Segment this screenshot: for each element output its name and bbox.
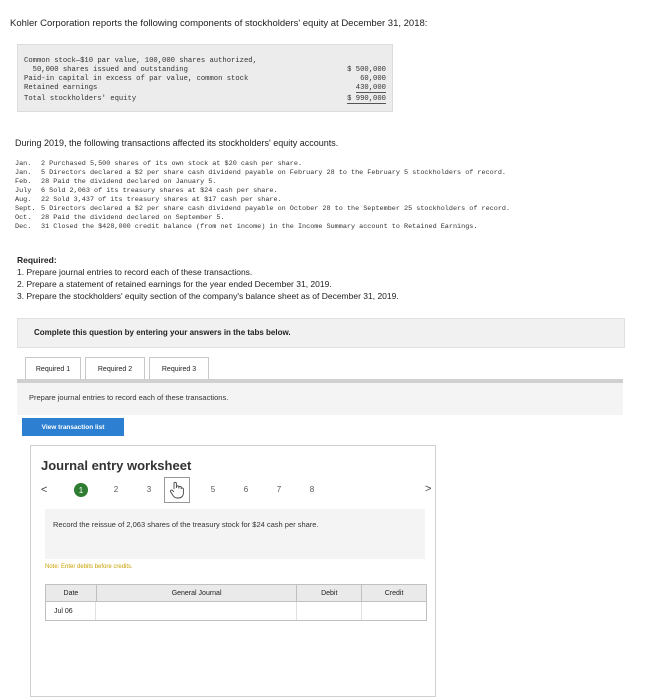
step-7[interactable]: 7 <box>272 485 286 494</box>
during-text: During 2019, the following transactions … <box>15 138 339 148</box>
hand-pointer-icon[interactable] <box>164 477 190 503</box>
entry-description: Record the reissue of 2,063 shares of th… <box>53 520 319 529</box>
transaction-row: Oct. 28 Paid the dividend declared on Sep… <box>15 214 225 222</box>
instruction-text: Prepare journal entries to record each o… <box>29 393 229 402</box>
credit-cell[interactable] <box>362 602 426 620</box>
next-arrow-icon[interactable]: > <box>425 483 431 495</box>
col-credit: Credit <box>384 589 404 597</box>
equity-row-label: 50,000 shares issued and outstanding <box>24 66 188 74</box>
equity-row-label: Paid-in capital in excess of par value, … <box>24 75 249 83</box>
transaction-row: Jan. 2 Purchased 5,500 shares of its own … <box>15 160 303 168</box>
worksheet-title: Journal entry worksheet <box>41 458 192 473</box>
transaction-row: Sept. 5 Directors declared a $2 per share… <box>15 205 511 213</box>
equity-row-amount: $ 990,000 <box>347 95 386 104</box>
equity-row-label: Total stockholders' equity <box>24 95 137 103</box>
equity-row-label: Common stock—$10 par value, 100,000 shar… <box>24 57 257 65</box>
required-item: 2. Prepare a statement of retained earni… <box>17 279 332 289</box>
instruction-panel: Prepare journal entries to record each o… <box>17 383 623 415</box>
col-debit: Debit <box>297 585 363 601</box>
transaction-row: Aug. 22 Sold 3,437 of its treasury shares… <box>15 196 282 204</box>
date-cell[interactable]: Jul 06 <box>46 602 96 620</box>
account-cell[interactable] <box>96 602 297 620</box>
debits-note: Note: Enter debits before credits. <box>45 564 133 570</box>
col-general-journal: General Journal <box>97 585 298 601</box>
col-date: Date <box>46 585 97 601</box>
tab-required-2[interactable]: Required 2 <box>85 357 145 381</box>
journal-table-header: Date General Journal Debit Credit <box>46 585 426 602</box>
journal-table: Date General Journal Debit Credit Jul 06 <box>45 584 427 621</box>
table-row: Jul 06 <box>46 602 426 620</box>
journal-entry-worksheet: Journal entry worksheet < 1 2 3 5 6 7 8 … <box>30 445 436 697</box>
complete-text: Complete this question by entering your … <box>34 328 291 337</box>
step-8[interactable]: 8 <box>305 485 319 494</box>
debit-cell[interactable] <box>297 602 362 620</box>
step-6[interactable]: 6 <box>239 485 253 494</box>
transaction-row: July 6 Sold 2,063 of its treasury shares … <box>15 187 278 195</box>
required-item: 3. Prepare the stockholders' equity sect… <box>17 291 399 301</box>
transaction-row: Feb. 28 Paid the dividend declared on Jan… <box>15 178 217 186</box>
equity-row-amount: 430,000 <box>355 84 386 93</box>
equity-row-amount: $ 500,000 <box>347 66 386 74</box>
step-5[interactable]: 5 <box>206 485 220 494</box>
problem-intro: Kohler Corporation reports the following… <box>10 18 428 29</box>
tab-required-3[interactable]: Required 3 <box>149 357 209 381</box>
step-3[interactable]: 3 <box>142 485 156 494</box>
required-title: Required: <box>17 255 57 265</box>
required-item: 1. Prepare journal entries to record eac… <box>17 267 253 277</box>
equity-row-label: Retained earnings <box>24 84 98 92</box>
complete-banner: Complete this question by entering your … <box>17 318 625 348</box>
prev-arrow-icon[interactable]: < <box>41 484 47 496</box>
tab-required-1[interactable]: Required 1 <box>25 357 81 381</box>
entry-description-card: Record the reissue of 2,063 shares of th… <box>45 509 425 559</box>
view-transaction-list-button[interactable]: View transaction list <box>22 418 124 436</box>
step-1-active[interactable]: 1 <box>74 483 88 497</box>
transaction-row: Jan. 5 Directors declared a $2 per share … <box>15 169 506 177</box>
equity-row-amount: 60,000 <box>360 75 386 83</box>
transaction-row: Dec. 31 Closed the $428,000 credit balanc… <box>15 223 478 231</box>
equity-table: Common stock—$10 par value, 100,000 shar… <box>17 44 393 112</box>
step-2[interactable]: 2 <box>109 485 123 494</box>
